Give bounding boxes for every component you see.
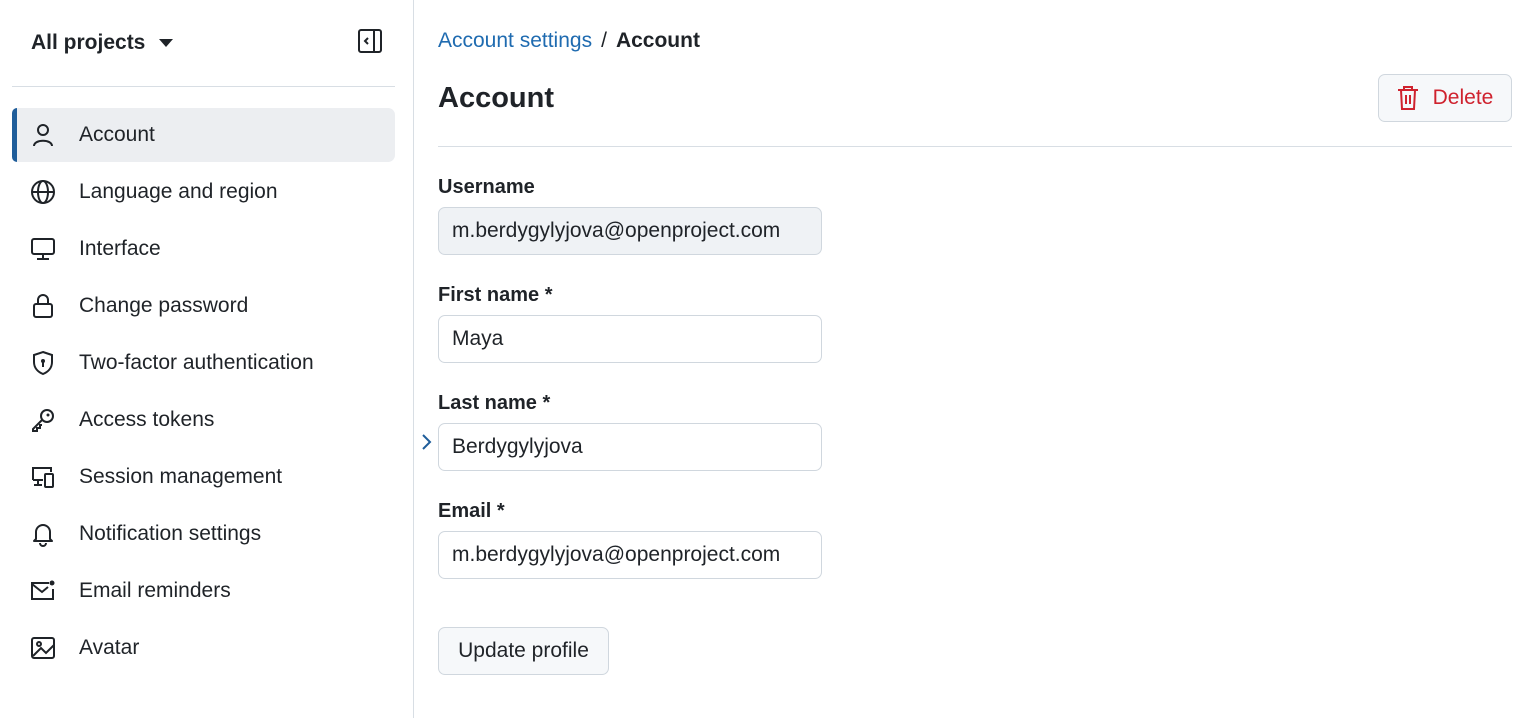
chevron-right-icon[interactable] <box>419 433 435 451</box>
image-icon <box>30 635 56 661</box>
sidebar-item-language-and-region[interactable]: Language and region <box>12 165 395 219</box>
sidebar-item-account[interactable]: Account <box>12 108 395 162</box>
lock-icon <box>30 293 56 319</box>
monitor-icon <box>30 236 56 262</box>
mail-icon <box>30 578 56 604</box>
sidebar-item-label: Account <box>79 123 155 146</box>
delete-button[interactable]: Delete <box>1378 74 1512 122</box>
last-name-field[interactable] <box>452 435 808 459</box>
sidebar-item-avatar[interactable]: Avatar <box>12 621 395 675</box>
username-field: m.berdygylyjova@openproject.com <box>438 207 822 255</box>
project-switcher-label: All projects <box>31 31 146 54</box>
first-name-field[interactable] <box>452 327 808 351</box>
sidebar-item-notification-settings[interactable]: Notification settings <box>12 507 395 561</box>
caret-down-icon <box>159 39 174 47</box>
sidebar-item-label: Access tokens <box>79 408 215 431</box>
breadcrumb: Account settings / Account <box>438 29 700 53</box>
app-root: All projects Account Language and region… <box>0 0 1521 718</box>
globe-icon <box>30 179 56 205</box>
sidebar-item-label: Change password <box>79 294 249 317</box>
breadcrumb-link-account-settings[interactable]: Account settings <box>438 29 592 53</box>
email-field-wrapper <box>438 531 822 579</box>
sidebar-item-session-management[interactable]: Session management <box>12 450 395 504</box>
sidebar-nav: Account Language and region Interface Ch… <box>12 108 395 678</box>
bell-icon <box>30 521 56 547</box>
username-label: Username <box>438 176 535 198</box>
email-label: Email * <box>438 500 505 522</box>
update-profile-button[interactable]: Update profile <box>438 627 609 675</box>
sidebar-divider <box>12 86 395 87</box>
username-value: m.berdygylyjova@openproject.com <box>452 219 781 242</box>
sidebar-item-label: Notification settings <box>79 522 262 545</box>
header-divider <box>438 146 1512 147</box>
first-name-label: First name * <box>438 284 553 306</box>
last-name-field-wrapper <box>438 423 822 471</box>
email-field[interactable] <box>452 543 808 567</box>
breadcrumb-separator: / <box>601 29 607 52</box>
sidebar-collapse-icon <box>358 29 382 53</box>
shield-icon <box>30 350 56 376</box>
sidebar-item-access-tokens[interactable]: Access tokens <box>12 393 395 447</box>
first-name-field-wrapper <box>438 315 822 363</box>
key-icon <box>30 407 56 433</box>
sidebar-item-label: Avatar <box>79 636 140 659</box>
sidebar-item-email-reminders[interactable]: Email reminders <box>12 564 395 618</box>
collapse-sidebar-button[interactable] <box>356 27 384 55</box>
devices-icon <box>30 464 56 490</box>
sidebar: All projects Account Language and region… <box>0 0 414 718</box>
sidebar-item-label: Two-factor authentication <box>79 351 314 374</box>
sidebar-item-label: Interface <box>79 237 161 260</box>
sidebar-item-label: Session management <box>79 465 283 488</box>
project-switcher[interactable]: All projects <box>31 29 174 57</box>
sidebar-item-label: Language and region <box>79 180 278 203</box>
trash-icon <box>1397 86 1418 110</box>
delete-button-label: Delete <box>1432 86 1494 109</box>
sidebar-item-two-factor-authentication[interactable]: Two-factor authentication <box>12 336 395 390</box>
person-icon <box>30 122 56 148</box>
sidebar-item-change-password[interactable]: Change password <box>12 279 395 333</box>
page-title: Account <box>438 82 554 114</box>
main-content: Account settings / Account Account Delet… <box>438 0 1512 718</box>
sidebar-item-label: Email reminders <box>79 579 231 602</box>
sidebar-item-interface[interactable]: Interface <box>12 222 395 276</box>
breadcrumb-current: Account <box>615 29 700 52</box>
last-name-label: Last name * <box>438 392 551 414</box>
